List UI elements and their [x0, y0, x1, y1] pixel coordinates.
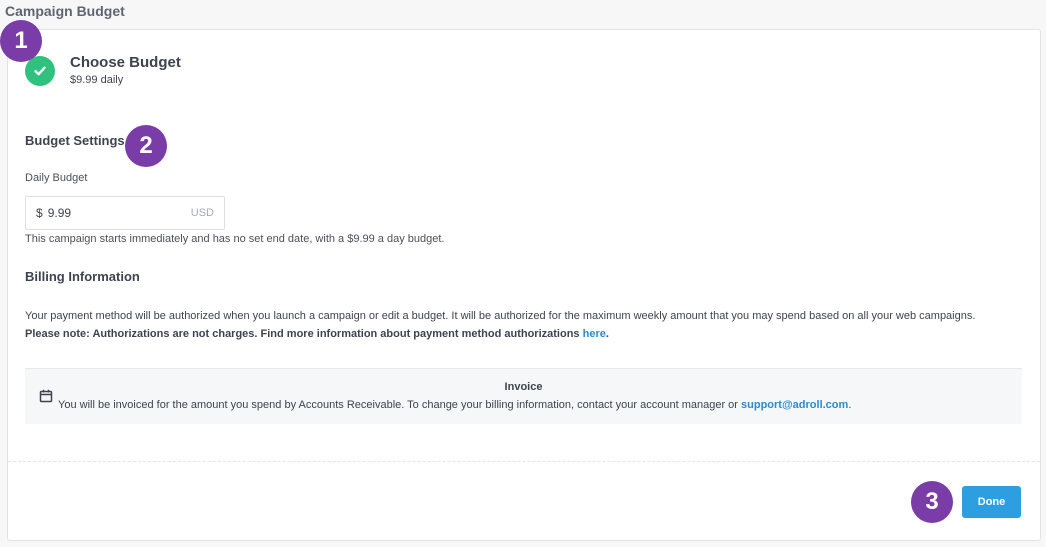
page-title: Campaign Budget [5, 3, 125, 19]
billing-heading: Billing Information [25, 269, 140, 284]
done-button[interactable]: Done [962, 486, 1021, 518]
daily-budget-label: Daily Budget [25, 172, 88, 184]
annotation-badge-2: 2 [125, 125, 167, 167]
currency-unit: USD [190, 207, 214, 219]
budget-card: Choose Budget $9.99 daily Budget Setting… [7, 29, 1041, 541]
budget-settings-heading: Budget Settings [25, 133, 125, 148]
authorization-info-link[interactable]: here [583, 328, 606, 340]
invoice-suffix: . [848, 399, 852, 411]
daily-budget-value[interactable]: 9.99 [48, 206, 191, 220]
invoice-text: You will be invoiced for the amount you … [58, 399, 851, 411]
currency-symbol: $ [36, 206, 43, 220]
daily-budget-input[interactable]: $ 9.99 USD [25, 196, 225, 230]
footer-divider [8, 461, 1040, 462]
billing-note: Please note: Authorizations are not char… [25, 325, 1025, 343]
support-email-link[interactable]: support@adroll.com [741, 399, 848, 411]
invoice-box: Invoice You will be invoiced for the amo… [25, 368, 1022, 424]
step-header: Choose Budget $9.99 daily [25, 54, 181, 86]
billing-note-suffix: . [605, 328, 609, 340]
invoice-title: Invoice [504, 381, 543, 393]
step-complete-check-icon [25, 56, 55, 86]
billing-note-text: Please note: Authorizations are not char… [25, 328, 583, 340]
billing-paragraph: Your payment method will be authorized w… [25, 307, 1025, 343]
step-title: Choose Budget [70, 54, 181, 71]
annotation-badge-1: 1 [0, 20, 42, 62]
invoice-description: You will be invoiced for the amount you … [58, 399, 742, 411]
step-summary: $9.99 daily [70, 74, 124, 86]
annotation-badge-3: 3 [911, 481, 953, 523]
budget-helper-text: This campaign starts immediately and has… [25, 233, 445, 245]
billing-description: Your payment method will be authorized w… [25, 310, 976, 322]
